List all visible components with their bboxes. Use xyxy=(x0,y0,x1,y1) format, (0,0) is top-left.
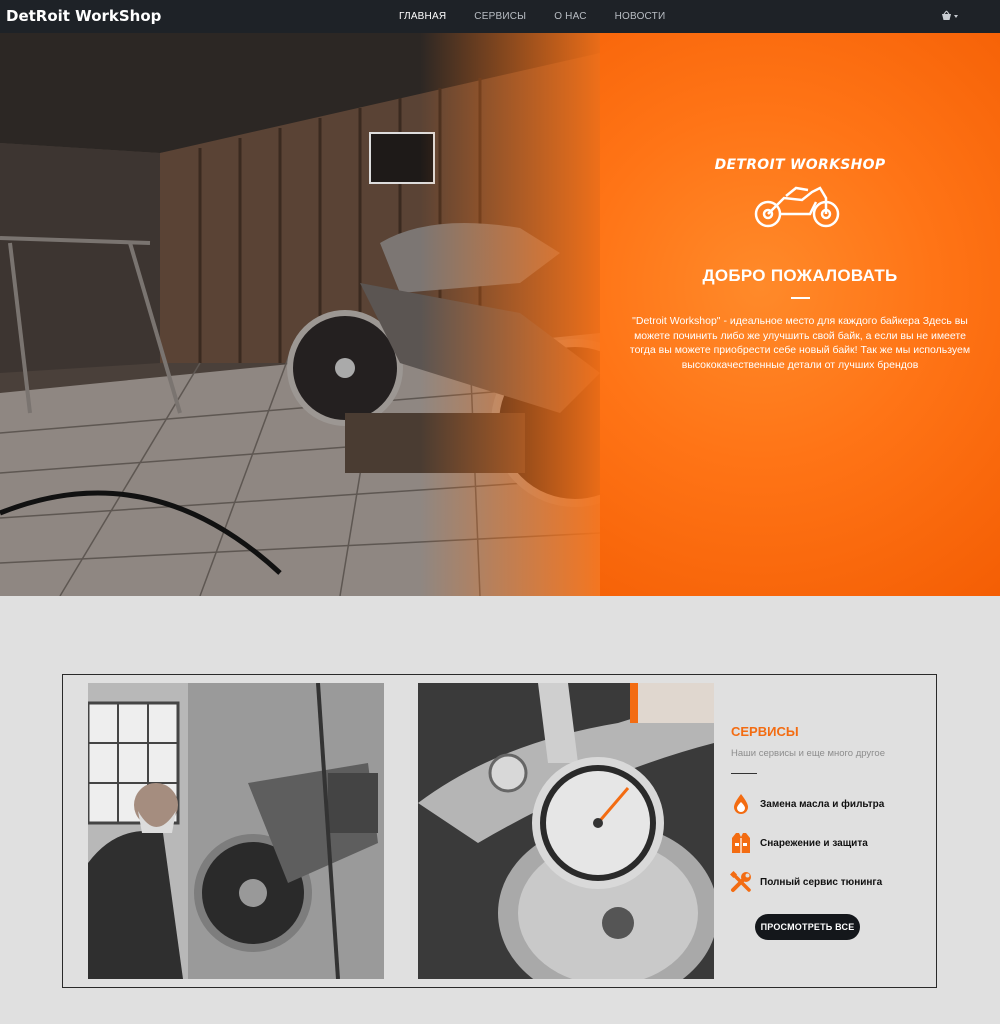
main-menu: ГЛАВНАЯ СЕРВИСЫ О НАС НОВОСТИ xyxy=(399,11,693,22)
menu-item-services[interactable]: СЕРВИСЫ xyxy=(474,11,526,22)
chevron-down-icon xyxy=(954,15,958,18)
menu-item-home[interactable]: ГЛАВНАЯ xyxy=(399,11,446,22)
basket-icon xyxy=(942,10,958,20)
service-item-label: Полный сервис тюнинга xyxy=(760,876,883,888)
tools-icon xyxy=(730,871,751,892)
motorcycle-icon xyxy=(754,186,840,228)
service-item-label: Снарежение и защита xyxy=(760,837,868,849)
vest-icon xyxy=(732,833,750,853)
hero-section: DETROIT WORKSHOP ДОБРО ПОЖАЛОВАТЬ "Detro… xyxy=(0,33,1000,596)
divider xyxy=(791,297,810,299)
service-item-tuning: Полный сервис тюнинга xyxy=(729,870,882,894)
services-subtitle: Наши сервисы и еще много другое xyxy=(731,748,885,759)
view-all-button[interactable]: ПРОСМОТРЕТЬ ВСЕ xyxy=(755,914,860,940)
service-item-gear: Снарежение и защита xyxy=(729,831,868,855)
hero-logo-text: DETROIT WORKSHOP xyxy=(714,157,886,173)
navbar: DetRoit WorkShop ГЛАВНАЯ СЕРВИСЫ О НАС Н… xyxy=(0,0,1000,33)
oil-drop-icon xyxy=(734,794,748,814)
divider xyxy=(731,773,757,774)
cart-dropdown[interactable] xyxy=(941,10,959,25)
hero-title: ДОБРО ПОЖАЛОВАТЬ xyxy=(702,266,898,285)
mechanic-image xyxy=(88,683,384,979)
brand-logo[interactable]: DetRoit WorkShop xyxy=(6,7,161,25)
hero-description: "Detroit Workshop" - идеальное место для… xyxy=(629,315,971,371)
menu-item-news[interactable]: НОВОСТИ xyxy=(615,11,666,22)
hero-garage-image xyxy=(0,33,600,596)
speedometer-image xyxy=(418,683,714,979)
service-item-oil: Замена масла и фильтра xyxy=(729,792,884,816)
hero-welcome-panel: DETROIT WORKSHOP ДОБРО ПОЖАЛОВАТЬ "Detro… xyxy=(600,33,1000,596)
services-section: СЕРВИСЫ Наши сервисы и еще много другое … xyxy=(62,674,937,988)
service-item-label: Замена масла и фильтра xyxy=(760,798,885,810)
services-title: СЕРВИСЫ xyxy=(731,724,799,739)
menu-item-about[interactable]: О НАС xyxy=(554,11,586,22)
